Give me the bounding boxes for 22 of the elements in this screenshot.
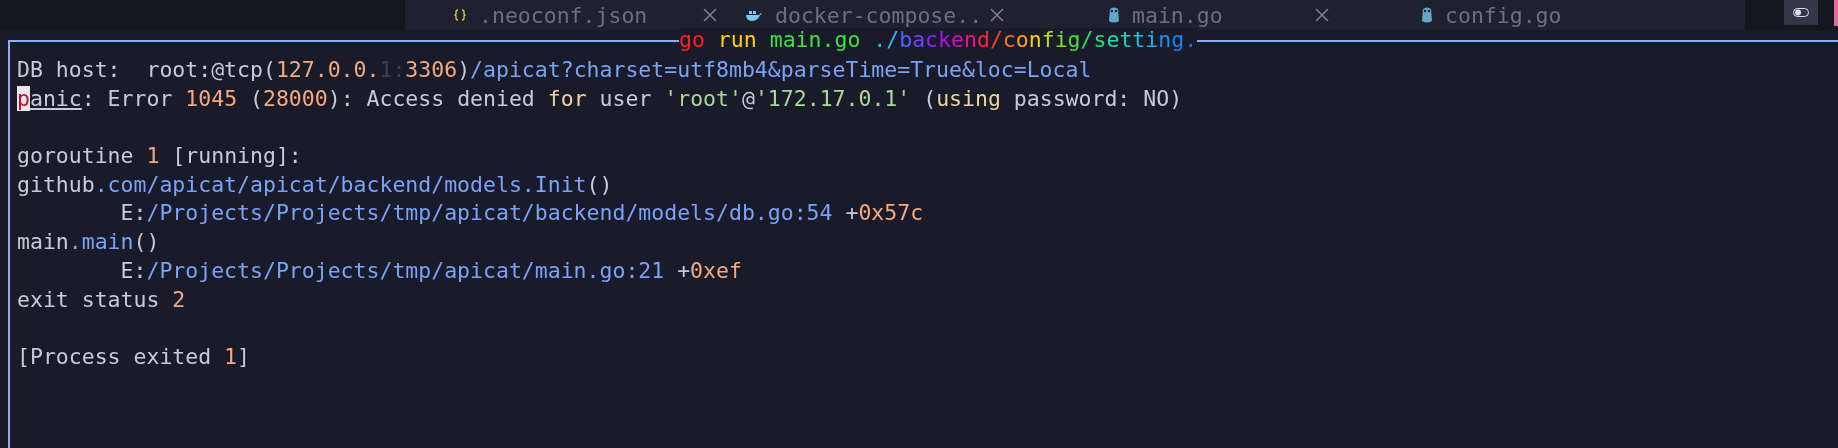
editor-tab[interactable]: docker-compose.. [733,0,1020,30]
braces-icon [453,9,467,21]
close-icon[interactable] [990,8,1004,22]
terminal-line: [Process exited 1] [17,342,251,371]
whale-icon [745,8,763,22]
close-icon[interactable] [703,8,717,22]
editor-tab[interactable]: config.go [1345,0,1745,30]
toggle-button[interactable] [1784,0,1818,25]
editor-tab[interactable]: main.go [1020,0,1345,30]
editor-tab[interactable]: .neoconf.json [405,0,733,30]
terminal-line: goroutine 1 [running]: [17,142,303,171]
gopher-icon [1421,6,1433,24]
gopher-icon [1108,6,1120,24]
terminal-line: exit status 2 [17,285,187,314]
terminal-line: E:/Projects/Projects/tmp/apicat/main.go:21 +0xef [119,256,743,285]
close-icon[interactable] [1315,8,1329,22]
terminal-line: main.main() [17,228,161,257]
terminal-line: panic: Error 1045 (28000): Access denied for user 'root'@'172.17.0.1' (using password: NO) [17,84,1184,113]
terminal-title: go run main.go ./backend/config/setting. [679,28,1198,52]
terminal-line: github.com/apicat/apicat/backend/models.Init() [17,170,614,199]
terminal-line: E:/Projects/Projects/tmp/apicat/backend/models/db.go:54 +0x57c [119,199,925,228]
toggle-icon [1793,8,1809,17]
